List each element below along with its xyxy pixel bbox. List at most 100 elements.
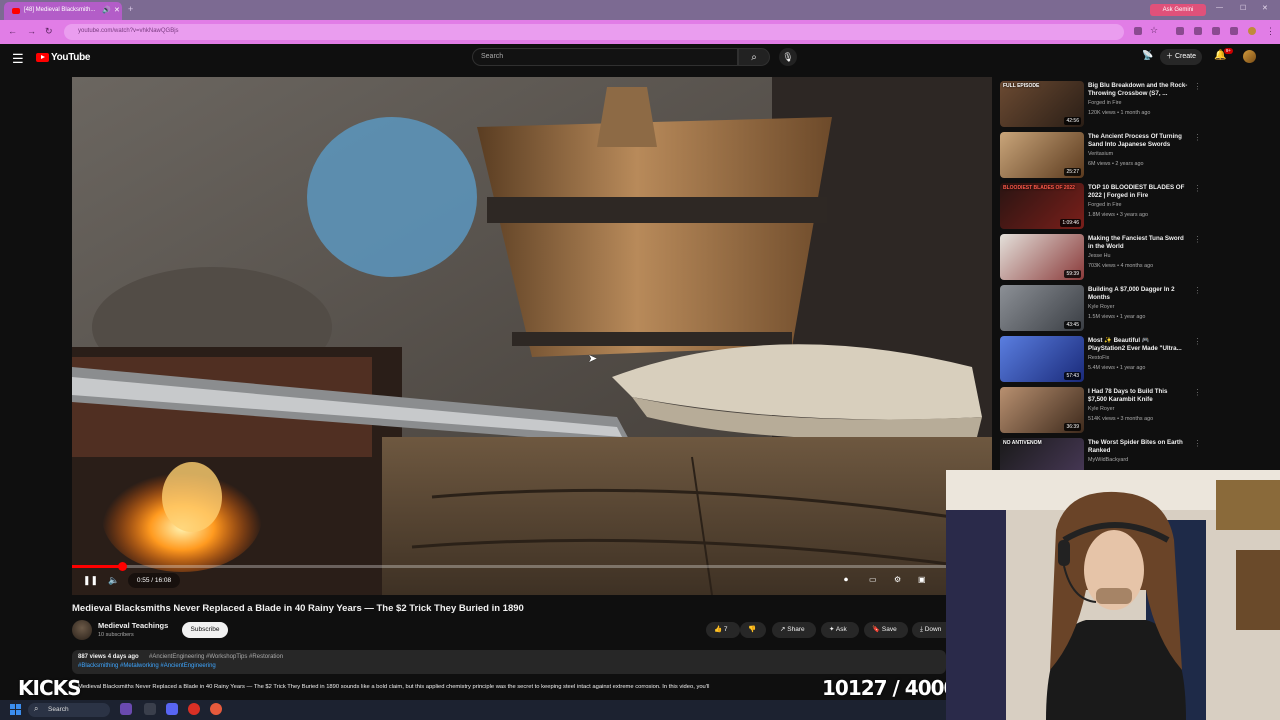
video-thumbnail[interactable]: BLOODIEST BLADES OF 2022 1:09:46 (1000, 183, 1084, 229)
recommendation-item[interactable]: BLOODIEST BLADES OF 2022 1:09:46 TOP 10 B… (998, 180, 1198, 231)
download-button[interactable]: ⤓ Down (912, 622, 946, 638)
save-button[interactable]: 🔖 Save (864, 622, 908, 638)
app-icon[interactable] (210, 703, 222, 715)
new-tab-button[interactable]: + (128, 4, 133, 14)
recommendation-channel[interactable]: Forged in Fire (1088, 202, 1122, 208)
like-button[interactable]: 👍 7 (706, 622, 740, 638)
captions-icon[interactable]: ▭ (869, 575, 877, 584)
recommendation-title[interactable]: I Had 78 Days to Build This $7,500 Karam… (1088, 388, 1188, 404)
channel-name[interactable]: Medieval Teachings (98, 621, 168, 630)
video-thumbnail[interactable]: 36:39 (1000, 387, 1084, 433)
recommendation-item[interactable]: 59:39 Making the Fanciest Tuna Sword in … (998, 231, 1198, 282)
recommendation-channel[interactable]: Veritasium (1088, 151, 1113, 157)
speaker-icon[interactable]: 🔊 (102, 6, 111, 14)
youtube-logo-icon[interactable] (36, 53, 49, 62)
file-explorer-icon[interactable] (144, 703, 156, 715)
video-thumbnail[interactable]: 59:39 (1000, 234, 1084, 280)
video-player[interactable] (72, 77, 992, 595)
subscribe-button[interactable]: Subscribe (182, 622, 228, 638)
more-options-icon[interactable]: ⋮ (1194, 133, 1198, 142)
recommendation-title[interactable]: The Worst Spider Bites on Earth Ranked (1088, 439, 1188, 455)
ask-button[interactable]: ✦ Ask (821, 622, 859, 638)
autoplay-toggle-icon[interactable]: ⏺ (844, 575, 848, 585)
forward-icon[interactable]: → (27, 26, 36, 36)
hamburger-menu-icon[interactable]: ☰ (12, 51, 24, 67)
extension-icon[interactable] (1230, 27, 1238, 35)
url-field[interactable]: youtube.com/watch?v=vhkNawQGBjs (64, 24, 1124, 40)
recommendation-meta: 5.4M views • 1 year ago (1088, 365, 1146, 371)
search-input[interactable]: Search (472, 48, 738, 66)
video-thumbnail[interactable]: NO ANTIVENOM (1000, 438, 1084, 470)
recommendation-channel[interactable]: Jesse Hu (1088, 253, 1110, 259)
chrome-icon[interactable] (188, 703, 200, 715)
recommendation-channel[interactable]: RestoFix (1088, 355, 1109, 361)
more-options-icon[interactable]: ⋮ (1194, 388, 1198, 397)
app-icon[interactable] (120, 703, 132, 715)
more-options-icon[interactable]: ⋮ (1194, 286, 1198, 295)
search-button[interactable]: ⌕ (738, 48, 770, 66)
recommendation-item[interactable]: 43:45 Building A $7,000 Dagger In 2 Mont… (998, 282, 1198, 333)
recommendation-item[interactable]: 25:27 The Ancient Process Of Turning San… (998, 129, 1198, 180)
create-button[interactable]: ＋ Create (1160, 49, 1202, 65)
dislike-button[interactable]: 👎 (740, 622, 766, 638)
volume-icon[interactable]: 🔈 (108, 575, 119, 586)
hashtag-links[interactable]: #Blacksmithing #Metalworking #AncientEng… (78, 663, 216, 669)
youtube-logo-text[interactable]: YouTube (51, 52, 91, 63)
more-options-icon[interactable]: ⋮ (1194, 235, 1198, 244)
extension-icon[interactable] (1176, 27, 1184, 35)
recommendation-item[interactable]: NO ANTIVENOM The Worst Spider Bites on E… (998, 435, 1198, 470)
recommendation-channel[interactable]: Forged in Fire (1088, 100, 1122, 106)
video-thumbnail[interactable]: 57:43 (1000, 336, 1084, 382)
close-tab-icon[interactable]: ✕ (114, 6, 120, 14)
recommendation-channel[interactable]: Kyle Royer (1088, 304, 1114, 310)
recommendation-title[interactable]: Big Blu Breakdown and the Rock-Throwing … (1088, 82, 1188, 98)
more-options-icon[interactable]: ⋮ (1194, 439, 1198, 448)
recommendation-title[interactable]: The Ancient Process Of Turning Sand Into… (1088, 133, 1188, 149)
bookmark-icon: 🔖 (872, 626, 881, 633)
thumbnail-label: FULL EPISODE (1003, 83, 1040, 89)
windows-start-icon[interactable] (10, 704, 21, 715)
maximize-icon[interactable]: ☐ (1240, 4, 1246, 12)
recommendation-title[interactable]: Making the Fanciest Tuna Sword in the Wo… (1088, 235, 1188, 251)
recommendation-title[interactable]: Most ✨ Beautiful 🎮 PlayStation2 Ever Mad… (1088, 337, 1188, 353)
recommendation-title[interactable]: Building A $7,000 Dagger In 2 Months (1088, 286, 1188, 302)
more-options-icon[interactable]: ⋮ (1194, 337, 1198, 346)
browser-tab[interactable]: [48] Medieval Blacksmith... 🔊 ✕ (4, 2, 122, 20)
video-thumbnail[interactable]: 25:27 (1000, 132, 1084, 178)
recommendation-item[interactable]: 36:39 I Had 78 Days to Build This $7,500… (998, 384, 1198, 435)
pause-icon[interactable]: ❚❚ (83, 575, 98, 586)
discord-icon[interactable] (166, 703, 178, 715)
more-options-icon[interactable]: ⋮ (1194, 184, 1198, 193)
recommendation-channel[interactable]: Kyle Royer (1088, 406, 1114, 412)
extension-icon[interactable] (1212, 27, 1220, 35)
star-icon[interactable]: ☆ (1150, 25, 1158, 35)
recommendation-title[interactable]: TOP 10 BLOODIEST BLADES OF 2022 | Forged… (1088, 184, 1188, 200)
minimize-icon[interactable]: — (1216, 4, 1223, 11)
miniplayer-icon[interactable]: ▣ (918, 575, 926, 584)
extension-icon[interactable] (1134, 27, 1142, 35)
back-icon[interactable]: ← (8, 26, 17, 36)
video-thumbnail[interactable]: 43:45 (1000, 285, 1084, 331)
progress-scrubber[interactable] (117, 562, 127, 571)
channel-avatar[interactable] (72, 620, 92, 640)
thumbnail-label: NO ANTIVENOM (1003, 440, 1042, 446)
share-button[interactable]: ↗ Share (772, 622, 816, 638)
menu-dots-icon[interactable]: ⋮ (1266, 26, 1275, 37)
ask-gemini-button[interactable]: Ask Gemini (1150, 4, 1206, 16)
settings-gear-icon[interactable]: ⚙ (894, 575, 901, 584)
recommendation-channel[interactable]: MyWildBackyard (1088, 457, 1128, 463)
voice-search-icon[interactable]: 🎙 (779, 48, 797, 66)
video-thumbnail[interactable]: FULL EPISODE 42:56 (1000, 81, 1084, 127)
account-avatar[interactable] (1243, 50, 1256, 63)
profile-icon[interactable] (1248, 27, 1256, 35)
close-window-icon[interactable]: ✕ (1262, 4, 1268, 12)
more-options-icon[interactable]: ⋮ (1194, 82, 1198, 91)
progress-bar[interactable] (72, 562, 946, 571)
taskbar-search[interactable]: Search (28, 703, 110, 717)
recommendation-item[interactable]: FULL EPISODE 42:56 Big Blu Breakdown and … (998, 78, 1198, 129)
recommendation-item[interactable]: 57:43 Most ✨ Beautiful 🎮 PlayStation2 Ev… (998, 333, 1198, 384)
extension-icon[interactable] (1194, 27, 1202, 35)
cast-icon[interactable]: 📡 (1142, 50, 1153, 61)
reload-icon[interactable]: ↻ (45, 26, 53, 37)
recommendation-meta: 120K views • 1 month ago (1088, 110, 1151, 116)
